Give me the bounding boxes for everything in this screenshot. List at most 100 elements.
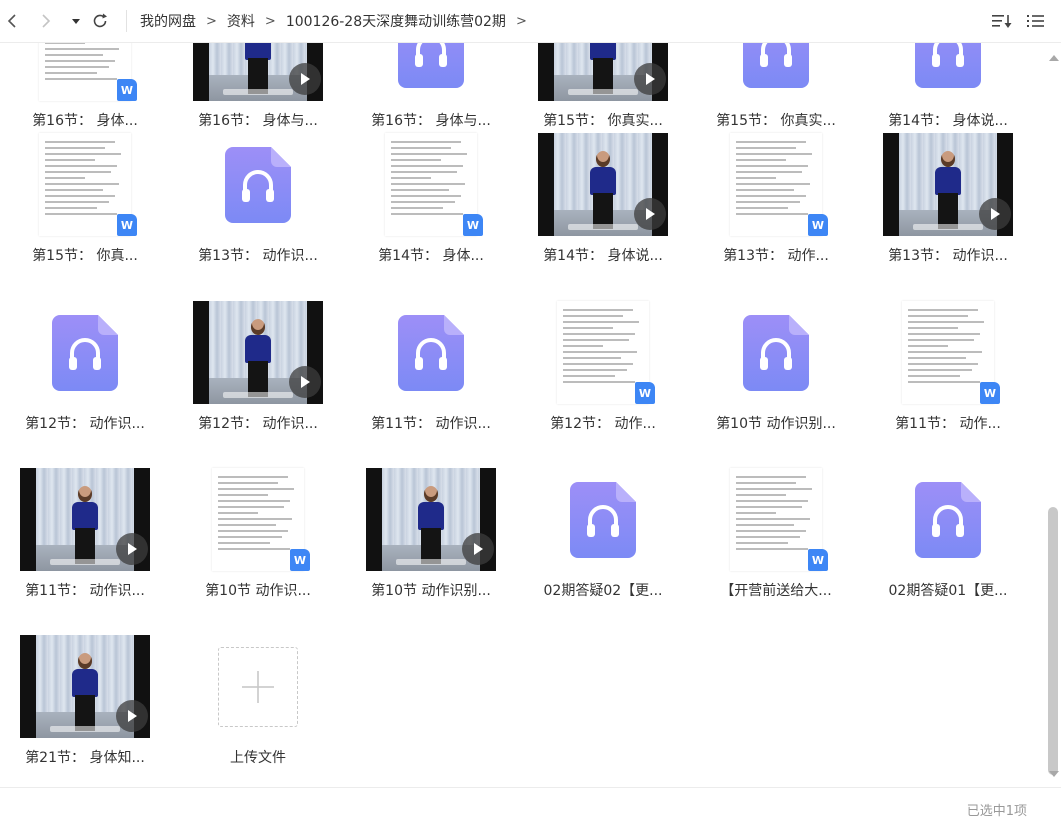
file-name[interactable]: 第12节： 动作...	[528, 413, 678, 433]
list-view-icon[interactable]	[1025, 11, 1047, 31]
file-thumbnail[interactable]	[883, 468, 1013, 571]
file-thumbnail[interactable]: W	[711, 468, 841, 571]
breadcrumb-item-my-drive[interactable]: 我的网盘	[140, 11, 196, 31]
file-tile[interactable]: W 第14节： 身体...	[356, 133, 506, 300]
file-name[interactable]: 第15节： 你真...	[10, 245, 160, 265]
play-icon[interactable]	[289, 63, 321, 95]
file-thumbnail[interactable]: W	[538, 301, 668, 404]
audio-file-icon	[225, 146, 291, 223]
file-name[interactable]: 第16节： 身体...	[10, 110, 160, 130]
file-thumbnail[interactable]	[366, 301, 496, 404]
play-icon[interactable]	[634, 63, 666, 95]
scroll-up-arrow[interactable]	[1049, 55, 1059, 61]
file-thumbnail[interactable]: W	[711, 133, 841, 236]
file-tile[interactable]: 第11节： 动作识...	[356, 301, 506, 468]
plus-icon[interactable]	[218, 646, 298, 727]
file-thumbnail[interactable]	[538, 133, 668, 236]
audio-file-icon	[915, 43, 981, 88]
file-name[interactable]: 第11节： 动作识...	[10, 580, 160, 600]
play-icon[interactable]	[116, 533, 148, 565]
refresh-icon[interactable]	[90, 11, 110, 31]
file-thumbnail[interactable]: W	[20, 43, 150, 101]
breadcrumb-item-current-folder[interactable]: 100126-28天深度舞动训练营02期	[286, 11, 506, 31]
file-tile[interactable]: W 第10节 动作识...	[183, 468, 333, 635]
file-name[interactable]: 第11节： 动作识...	[356, 413, 506, 433]
sort-icon[interactable]	[991, 11, 1013, 31]
file-name[interactable]: 第10节 动作识...	[183, 580, 333, 600]
file-name[interactable]: 第14节： 身体说...	[528, 245, 678, 265]
file-thumbnail[interactable]	[538, 468, 668, 571]
play-icon[interactable]	[979, 198, 1011, 230]
file-thumbnail[interactable]	[883, 43, 1013, 101]
file-name[interactable]: 第10节 动作识别...	[701, 413, 851, 433]
file-name[interactable]: 第16节： 身体与...	[183, 110, 333, 130]
file-thumbnail[interactable]: W	[20, 133, 150, 236]
file-name[interactable]: 第15节： 你真实...	[528, 110, 678, 130]
scroll-thumb[interactable]	[1048, 507, 1058, 775]
file-thumbnail[interactable]	[538, 43, 668, 101]
file-tile[interactable]: W 【开营前送给大...	[701, 468, 851, 635]
upload-thumbnail[interactable]	[193, 635, 323, 738]
file-tile[interactable]: 第21节： 身体知...	[10, 635, 160, 787]
file-thumbnail[interactable]	[883, 133, 1013, 236]
file-thumbnail[interactable]: W	[883, 301, 1013, 404]
file-tile[interactable]: 第12节： 动作识...	[10, 301, 160, 468]
file-name[interactable]: 第13节： 动作识...	[873, 245, 1023, 265]
file-name[interactable]: 第13节： 动作...	[701, 245, 851, 265]
upload-file-tile[interactable]: 上传文件	[183, 635, 333, 787]
vertical-scrollbar[interactable]	[1045, 43, 1061, 787]
file-tile[interactable]: W 第12节： 动作...	[528, 301, 678, 468]
file-name[interactable]: 第10节 动作识别...	[356, 580, 506, 600]
file-tile[interactable]: 第13节： 动作识...	[183, 133, 333, 300]
file-name[interactable]: 第14节： 身体...	[356, 245, 506, 265]
file-tile[interactable]: 第12节： 动作识...	[183, 301, 333, 468]
file-thumbnail[interactable]	[193, 301, 323, 404]
file-tile[interactable]: 第13节： 动作识...	[873, 133, 1023, 300]
file-name[interactable]: 第15节： 你真实...	[701, 110, 851, 130]
file-tile[interactable]: 第11节： 动作识...	[10, 468, 160, 635]
file-thumbnail[interactable]	[366, 468, 496, 571]
audio-file-icon	[398, 43, 464, 88]
file-name[interactable]: 02期答疑02【更...	[528, 580, 678, 600]
breadcrumb-item-materials[interactable]: 资料	[227, 11, 255, 31]
upload-label[interactable]: 上传文件	[183, 747, 333, 767]
file-tile[interactable]: 第10节 动作识别...	[356, 468, 506, 635]
play-icon[interactable]	[289, 366, 321, 398]
file-name[interactable]: 第14节： 身体说...	[873, 110, 1023, 130]
file-name[interactable]: 第21节： 身体知...	[10, 747, 160, 767]
file-name[interactable]: 【开营前送给大...	[701, 580, 851, 600]
file-thumbnail[interactable]	[193, 133, 323, 236]
scroll-down-arrow[interactable]	[1049, 771, 1059, 777]
file-thumbnail[interactable]	[193, 43, 323, 101]
file-name[interactable]: 第16节： 身体与...	[356, 110, 506, 130]
file-tile[interactable]: 第10节 动作识别...	[701, 301, 851, 468]
file-name[interactable]: 第13节： 动作识...	[183, 245, 333, 265]
file-name[interactable]: 第12节： 动作识...	[183, 413, 333, 433]
file-thumbnail[interactable]	[366, 43, 496, 101]
play-icon[interactable]	[634, 198, 666, 230]
file-tile[interactable]: W 第11节： 动作...	[873, 301, 1023, 468]
file-tile[interactable]: 02期答疑02【更...	[528, 468, 678, 635]
file-tile[interactable]: W 第13节： 动作...	[701, 133, 851, 300]
chevron-right-icon[interactable]	[36, 11, 56, 31]
caret-down-icon[interactable]	[66, 11, 86, 31]
play-icon[interactable]	[462, 533, 494, 565]
audio-file-icon	[743, 314, 809, 391]
breadcrumb-expand-arrow[interactable]: >	[516, 14, 527, 29]
file-name[interactable]: 第11节： 动作...	[873, 413, 1023, 433]
file-name[interactable]: 第12节： 动作识...	[10, 413, 160, 433]
file-thumbnail[interactable]	[20, 301, 150, 404]
file-thumbnail[interactable]: W	[366, 133, 496, 236]
file-thumbnail[interactable]	[711, 301, 841, 404]
file-thumbnail[interactable]	[20, 635, 150, 738]
document-thumbnail: W	[212, 468, 310, 571]
file-tile[interactable]: W 第15节： 你真...	[10, 133, 160, 300]
file-tile[interactable]: 02期答疑01【更...	[873, 468, 1023, 635]
chevron-left-icon[interactable]	[2, 11, 22, 31]
file-name[interactable]: 02期答疑01【更...	[873, 580, 1023, 600]
file-thumbnail[interactable]	[711, 43, 841, 101]
file-tile[interactable]: 第14节： 身体说...	[528, 133, 678, 300]
file-thumbnail[interactable]	[20, 468, 150, 571]
play-icon[interactable]	[116, 700, 148, 732]
file-thumbnail[interactable]: W	[193, 468, 323, 571]
